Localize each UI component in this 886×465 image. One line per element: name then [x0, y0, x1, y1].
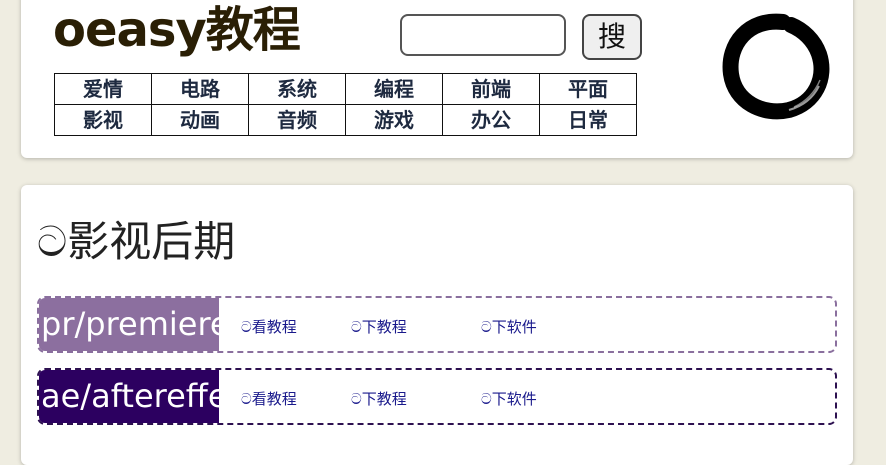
category-nav: 爱情 电路 系统 编程 前端 平面 影视 动画 音频 游戏 办公 日常 — [54, 73, 637, 136]
nav-item-animation[interactable]: 动画 — [151, 104, 249, 136]
section-title: ට影视后期 — [37, 217, 236, 266]
nav-item-office[interactable]: 办公 — [442, 104, 540, 136]
search-input[interactable] — [400, 14, 566, 56]
download-software-link[interactable]: ට下软件 — [481, 370, 537, 423]
content-card: ට影视后期 pr/premiere ට看教程 ට下教程 ට下软件 ae/afte… — [21, 185, 853, 465]
site-title[interactable]: oeasy教程 — [53, 6, 301, 54]
nav-row: 影视 动画 音频 游戏 办公 日常 — [54, 104, 637, 136]
nav-item-love[interactable]: 爱情 — [54, 73, 152, 105]
nav-item-system[interactable]: 系统 — [248, 73, 346, 105]
download-software-link[interactable]: ට下软件 — [481, 298, 537, 351]
course-row-premiere: pr/premiere ට看教程 ට下教程 ට下软件 — [37, 296, 837, 353]
nav-item-frontend[interactable]: 前端 — [442, 73, 540, 105]
course-row-aftereffects: ae/aftereffects ට看教程 ට下教程 ට下软件 — [37, 368, 837, 425]
search-button[interactable]: 搜 — [582, 14, 642, 60]
nav-row: 爱情 电路 系统 编程 前端 平面 — [54, 73, 637, 105]
enso-logo-icon[interactable] — [719, 10, 831, 122]
download-tutorial-link[interactable]: ට下教程 — [351, 298, 407, 351]
header-card: oeasy教程 搜 爱情 电路 系统 编程 前端 平面 影视 动画 音频 游戏 … — [21, 0, 853, 158]
nav-item-audio[interactable]: 音频 — [248, 104, 346, 136]
course-name[interactable]: pr/premiere — [39, 298, 219, 351]
nav-item-circuit[interactable]: 电路 — [151, 73, 249, 105]
nav-item-video[interactable]: 影视 — [54, 104, 152, 136]
nav-item-game[interactable]: 游戏 — [345, 104, 443, 136]
nav-item-programming[interactable]: 编程 — [345, 73, 443, 105]
course-name[interactable]: ae/aftereffects — [39, 370, 219, 423]
watch-tutorial-link[interactable]: ට看教程 — [241, 370, 297, 423]
download-tutorial-link[interactable]: ට下教程 — [351, 370, 407, 423]
nav-item-daily[interactable]: 日常 — [539, 104, 637, 136]
watch-tutorial-link[interactable]: ට看教程 — [241, 298, 297, 351]
nav-item-graphic[interactable]: 平面 — [539, 73, 637, 105]
